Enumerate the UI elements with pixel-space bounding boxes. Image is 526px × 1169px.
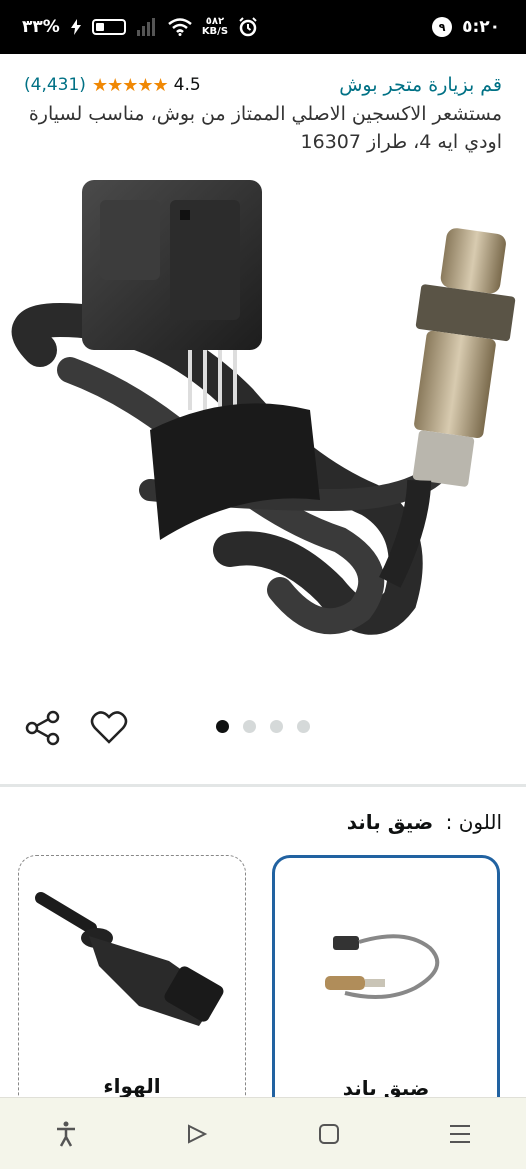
pagination-dot[interactable] (270, 720, 283, 733)
variant-label: اللون : ضيق باند (347, 810, 502, 834)
variant-selected-value: ضيق باند (346, 810, 434, 834)
product-title: مستشعر الاكسجين الاصلي الممتاز من بوش، م… (28, 103, 502, 153)
gallery-pagination[interactable] (216, 720, 310, 733)
pagination-dot[interactable] (297, 720, 310, 733)
wifi-icon (168, 18, 192, 36)
signal-icon (136, 18, 155, 36)
product-header: قم بزيارة متجر بوش (4,431) ★★★★★ 4.5 مست… (0, 74, 526, 156)
variant-thumbnail (325, 934, 440, 999)
variant-thumbnail (35, 892, 224, 1026)
alarm-icon (239, 17, 257, 37)
accessibility-icon (56, 1121, 75, 1147)
back-triangle-icon (188, 1123, 208, 1144)
battery-icon (91, 19, 126, 35)
recents-button[interactable] (440, 1114, 480, 1154)
charging-icon (70, 19, 81, 35)
variant-label-text: اللون : (445, 810, 502, 834)
wishlist-heart-icon[interactable] (90, 709, 128, 747)
pagination-dot[interactable] (243, 720, 256, 733)
battery-percent: ٣٣% (22, 17, 60, 37)
home-button[interactable] (309, 1114, 349, 1154)
rating-count[interactable]: (4,431) (24, 75, 86, 95)
variant-option-label: الهواء (103, 1074, 161, 1098)
variant-option-air[interactable]: الهواء (18, 855, 246, 1115)
accessibility-button[interactable] (46, 1114, 86, 1154)
product-image[interactable] (0, 170, 526, 690)
section-divider (0, 784, 526, 787)
back-button[interactable] (177, 1114, 217, 1154)
pagination-dot[interactable] (216, 720, 229, 733)
variant-option-narrow-band[interactable]: ضيق باند (272, 855, 500, 1115)
home-square-icon (318, 1123, 339, 1144)
menu-lines-icon (450, 1124, 471, 1143)
notification-badge: ٩ (432, 17, 453, 37)
status-bar: ٣٣% ٥٨٢ KB/S ٩ ٥:٢٠ (0, 0, 526, 54)
star-rating-icon: ★★★★★ (91, 74, 169, 96)
rating-summary[interactable]: (4,431) ★★★★★ 4.5 (24, 75, 201, 96)
network-speed: ٥٨٢ KB/S (201, 16, 229, 37)
share-icon[interactable] (24, 709, 62, 747)
store-link[interactable]: قم بزيارة متجر بوش (339, 74, 502, 96)
rating-value: 4.5 (173, 75, 201, 95)
clock: ٥:٢٠ (462, 17, 500, 37)
system-nav-bar (0, 1097, 526, 1169)
